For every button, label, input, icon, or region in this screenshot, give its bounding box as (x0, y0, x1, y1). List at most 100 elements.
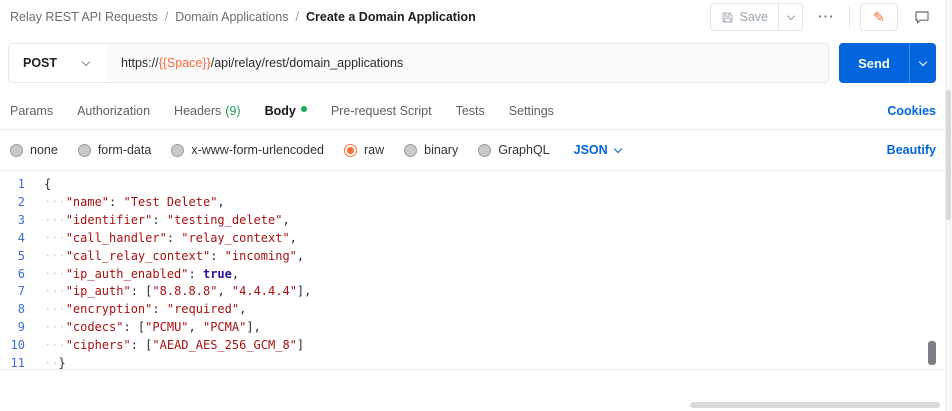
code-token: : [ (131, 338, 153, 352)
code-token: "8.8.8.8" (152, 284, 217, 298)
code-line[interactable]: { (44, 176, 952, 194)
vertical-scrollbar-thumb[interactable] (946, 90, 951, 220)
code-line[interactable]: ···"ciphers": ["AEAD_AES_256_GCM_8"] (44, 337, 952, 355)
method-label: POST (23, 56, 57, 70)
code-token: "call_handler" (66, 231, 167, 245)
code-token: ··· (44, 231, 66, 245)
tab-pre-request-script[interactable]: Pre-request Script (331, 104, 432, 118)
url-variable: {{Space}} (159, 56, 211, 70)
code-token: , (217, 195, 224, 209)
raw-format-select[interactable]: JSON (574, 143, 621, 157)
code-token: : (210, 249, 224, 263)
radio-icon (78, 144, 91, 157)
radio-label: none (30, 143, 58, 157)
edit-button[interactable]: ✎ (860, 3, 898, 31)
tab-tests[interactable]: Tests (456, 104, 485, 118)
code-token: "PCMA" (203, 320, 246, 334)
breadcrumb-item-request[interactable]: Create a Domain Application (306, 10, 476, 24)
comment-button[interactable] (908, 3, 936, 31)
radio-icon (404, 144, 417, 157)
code-token: ·· (44, 356, 58, 370)
beautify-link[interactable]: Beautify (887, 143, 936, 157)
editor-gutter: 1234567891011 (0, 171, 34, 369)
radio-label: form-data (98, 143, 152, 157)
line-number: 9 (0, 319, 25, 337)
chevron-down-icon (786, 11, 794, 19)
tab-headers[interactable]: Headers(9) (174, 104, 241, 118)
code-token: "incoming" (225, 249, 297, 263)
editor-code[interactable]: {···"name": "Test Delete",···"identifier… (34, 171, 952, 369)
body-mode-x-www-form-urlencoded[interactable]: x-www-form-urlencoded (171, 143, 324, 157)
breadcrumb-item-collection[interactable]: Relay REST API Requests (10, 10, 158, 24)
request-tabs: Params Authorization Headers(9) Body Pre… (0, 92, 952, 130)
tab-settings[interactable]: Settings (509, 104, 554, 118)
code-line[interactable]: ···"encryption": "required", (44, 301, 952, 319)
save-button-label: Save (740, 10, 769, 24)
code-token: : (167, 231, 181, 245)
body-mode-form-data[interactable]: form-data (78, 143, 152, 157)
send-button[interactable]: Send (839, 43, 909, 83)
code-token: ··· (44, 284, 66, 298)
radio-icon (171, 144, 184, 157)
code-token: ··· (44, 195, 66, 209)
cookies-link[interactable]: Cookies (887, 104, 936, 118)
code-token: , (297, 249, 304, 263)
line-number: 1 (0, 176, 25, 194)
breadcrumb-item-folder[interactable]: Domain Applications (175, 10, 288, 24)
url-input[interactable]: https://{{Space}}/api/relay/rest/domain_… (107, 56, 403, 70)
code-token: : (109, 195, 123, 209)
code-line[interactable]: ···"codecs": ["PCMU", "PCMA"], (44, 319, 952, 337)
code-token: ··· (44, 320, 66, 334)
tab-authorization[interactable]: Authorization (77, 104, 150, 118)
send-button-group: Send (839, 43, 936, 83)
code-line[interactable]: ···"identifier": "testing_delete", (44, 212, 952, 230)
editor-scrollbar-thumb[interactable] (928, 341, 936, 365)
save-icon (721, 11, 734, 24)
line-number: 5 (0, 248, 25, 266)
code-token: , (232, 267, 239, 281)
line-number: 7 (0, 283, 25, 301)
code-token: , (217, 284, 231, 298)
header-actions: Save ⋯ ✎ (710, 3, 937, 31)
breadcrumb-separator: / (296, 10, 299, 24)
radio-label: binary (424, 143, 458, 157)
breadcrumb-separator: / (165, 10, 168, 24)
code-line[interactable]: ··} (44, 355, 952, 370)
code-token: , (282, 213, 289, 227)
code-line[interactable]: ···"name": "Test Delete", (44, 194, 952, 212)
page-vertical-scrollbar[interactable] (945, 0, 952, 411)
code-token: : (189, 267, 203, 281)
code-line[interactable]: ···"ip_auth_enabled": true, (44, 266, 952, 284)
tab-params[interactable]: Params (10, 104, 53, 118)
line-number: 8 (0, 301, 25, 319)
code-token: "testing_delete" (167, 213, 283, 227)
more-options-button[interactable]: ⋯ (813, 7, 839, 27)
code-token: : [ (123, 320, 145, 334)
code-line[interactable]: ···"ip_auth": ["8.8.8.8", "4.4.4.4"], (44, 283, 952, 301)
code-line[interactable]: ···"call_relay_context": "incoming", (44, 248, 952, 266)
body-mode-raw[interactable]: raw (344, 143, 384, 157)
body-mode-graphql[interactable]: GraphQL (478, 143, 549, 157)
header-divider (849, 6, 850, 28)
line-number: 6 (0, 266, 25, 284)
save-dropdown-button[interactable] (778, 4, 802, 30)
radio-label: x-www-form-urlencoded (191, 143, 324, 157)
code-token: "name" (66, 195, 109, 209)
body-mode-none[interactable]: none (10, 143, 58, 157)
tab-body[interactable]: Body (265, 104, 307, 118)
code-token: ··· (44, 213, 66, 227)
send-dropdown-button[interactable] (909, 43, 936, 83)
radio-label: raw (364, 143, 384, 157)
code-line[interactable]: ···"call_handler": "relay_context", (44, 230, 952, 248)
method-select[interactable]: POST (9, 44, 107, 82)
save-button[interactable]: Save (711, 4, 779, 30)
horizontal-scrollbar-thumb[interactable] (690, 402, 940, 408)
line-number: 3 (0, 212, 25, 230)
body-code-editor[interactable]: 1234567891011 {···"name": "Test Delete",… (0, 170, 952, 370)
body-mode-binary[interactable]: binary (404, 143, 458, 157)
request-header-bar: Relay REST API Requests / Domain Applica… (0, 0, 952, 34)
chevron-down-icon (82, 57, 90, 65)
code-token: "ip_auth" (66, 284, 131, 298)
code-token: ··· (44, 338, 66, 352)
code-token: "encryption" (66, 302, 153, 316)
